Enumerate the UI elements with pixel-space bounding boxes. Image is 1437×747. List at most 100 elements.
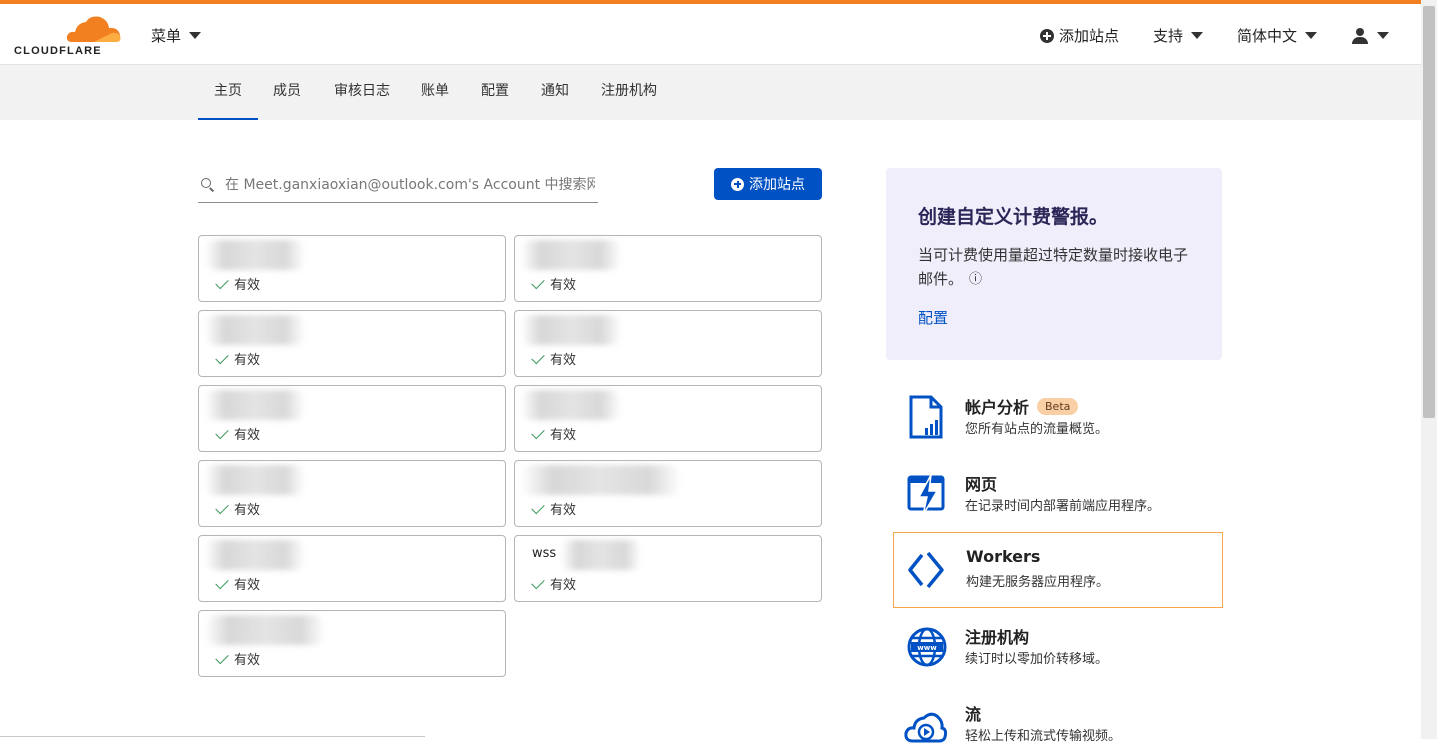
product-description: 构建无服务器应用程序。: [966, 575, 1110, 590]
check-icon: [215, 350, 229, 364]
site-search-input[interactable]: [225, 177, 595, 193]
site-status-label: 有效: [550, 578, 577, 593]
scrollbar-thumb[interactable]: [1423, 6, 1435, 418]
site-card[interactable]: 有效: [514, 460, 822, 527]
page-scrollbar[interactable]: [1421, 0, 1437, 739]
site-status-label: 有效: [234, 428, 261, 443]
redacted-site-name: [205, 540, 305, 570]
add-site-button[interactable]: 添加站点: [714, 168, 822, 200]
chevron-down-icon: [189, 32, 202, 39]
redacted-site-name: [521, 315, 621, 345]
redacted-site-name: [521, 240, 621, 270]
redacted-site-name: [561, 540, 641, 570]
site-card[interactable]: 有效: [198, 535, 506, 602]
site-card[interactable]: 有效: [514, 310, 822, 377]
language-dropdown[interactable]: 简体中文: [1237, 25, 1317, 46]
site-card[interactable]: 有效: [514, 385, 822, 452]
billing-alert-configure-link[interactable]: 配置: [918, 307, 1190, 328]
header-add-site-label: 添加站点: [1058, 27, 1119, 45]
info-icon[interactable]: ⓘ: [969, 273, 982, 287]
product-description: 轻松上传和流式传输视频。: [965, 729, 1122, 744]
support-label: 支持: [1152, 27, 1183, 45]
billing-alert-body: 当可计费使用量超过特定数量时接收电子邮件。 ⓘ: [918, 243, 1190, 291]
tab-home[interactable]: 主页: [198, 65, 258, 120]
account-tab-bar: 主页 成员 审核日志 账单 配置 通知 注册机构: [0, 65, 1421, 120]
site-card[interactable]: 有效: [198, 460, 506, 527]
site-status: 有效: [531, 274, 576, 293]
cloudflare-logo[interactable]: CLOUDFLARE: [14, 14, 121, 58]
site-card[interactable]: 有效: [198, 310, 506, 377]
site-status: 有效: [215, 349, 260, 368]
billing-alert-text: 当可计费使用量超过特定数量时接收电子邮件。: [918, 246, 1189, 288]
logo-wordmark: CLOUDFLARE: [14, 45, 102, 57]
user-menu-dropdown[interactable]: [1351, 27, 1389, 44]
product-stream[interactable]: 流 轻松上传和流式传输视频。: [893, 687, 1223, 744]
support-dropdown[interactable]: 支持: [1153, 25, 1203, 46]
product-description: 续订时以零加价转移域。: [965, 652, 1109, 667]
www-globe-icon: www: [907, 627, 947, 667]
chevron-down-icon: [1305, 32, 1317, 39]
site-status: 有效: [531, 499, 577, 518]
site-status: 有效: [215, 649, 261, 668]
product-pages[interactable]: 网页 在记录时间内部署前端应用程序。: [893, 457, 1223, 533]
tab-registrar[interactable]: 注册机构: [601, 65, 657, 120]
product-account-analytics[interactable]: 帐户分析 Beta 您所有站点的流量概览。: [893, 380, 1223, 456]
svg-text:www: www: [917, 644, 937, 652]
product-title: 流: [965, 705, 982, 724]
top-header: CLOUDFLARE 菜单 添加站点 支持 简体中文: [0, 4, 1421, 65]
main-menu-button[interactable]: 菜单: [151, 25, 202, 46]
check-icon: [215, 425, 229, 439]
site-status: 有效: [531, 349, 576, 368]
tab-members[interactable]: 成员: [273, 65, 301, 120]
language-label: 简体中文: [1236, 27, 1297, 45]
tab-audit-log[interactable]: 审核日志: [334, 65, 390, 120]
tab-notifications[interactable]: 通知: [541, 65, 569, 120]
site-status: 有效: [215, 274, 260, 293]
check-icon: [531, 425, 545, 439]
check-icon: [531, 275, 545, 289]
workers-chevrons-icon: [908, 551, 944, 589]
billing-alert-card: 创建自定义计费警报。 当可计费使用量超过特定数量时接收电子邮件。 ⓘ 配置: [886, 168, 1222, 360]
menu-label: 菜单: [151, 27, 182, 45]
product-title: 注册机构: [965, 628, 1030, 647]
tab-configurations[interactable]: 配置: [481, 65, 509, 120]
site-card[interactable]: 有效: [198, 610, 506, 677]
search-icon: [201, 178, 215, 192]
divider: [0, 736, 425, 737]
analytics-file-icon: [909, 395, 943, 439]
site-card[interactable]: wss 有效: [514, 535, 822, 602]
plus-circle-icon: [731, 177, 744, 191]
site-name: wss: [532, 546, 557, 561]
check-icon: [215, 650, 229, 664]
site-status-label: 有效: [550, 428, 577, 443]
site-status: 有效: [215, 499, 260, 518]
chevron-down-icon: [1190, 32, 1203, 39]
product-registrar[interactable]: www 注册机构 续订时以零加价转移域。: [893, 610, 1223, 686]
product-title: 网页: [965, 475, 998, 494]
plus-circle-icon: [1039, 28, 1054, 43]
product-workers[interactable]: Workers 构建无服务器应用程序。: [893, 532, 1223, 608]
redacted-site-name: [205, 315, 305, 345]
site-status: 有效: [215, 424, 261, 443]
redacted-site-name: [205, 390, 305, 420]
product-title: 帐户分析 Beta: [965, 394, 1079, 418]
cloud-logo-icon: [66, 16, 121, 42]
site-search: [198, 168, 598, 203]
tab-billing[interactable]: 账单: [421, 65, 449, 120]
product-title-text: 帐户分析: [965, 398, 1030, 417]
site-status: 有效: [215, 574, 261, 593]
redacted-site-name: [205, 465, 305, 495]
check-icon: [215, 500, 229, 514]
redacted-site-name: [521, 390, 621, 420]
site-card[interactable]: 有效: [198, 385, 506, 452]
site-status-label: 有效: [234, 578, 261, 593]
site-status-label: 有效: [234, 653, 261, 668]
chevron-down-icon: [1377, 32, 1389, 39]
site-card[interactable]: 有效: [514, 235, 822, 302]
redacted-site-name: [521, 465, 681, 495]
site-status: 有效: [531, 574, 577, 593]
check-icon: [531, 350, 545, 364]
site-card[interactable]: 有效: [198, 235, 506, 302]
site-status-label: 有效: [550, 503, 577, 518]
header-add-site-button[interactable]: 添加站点: [1039, 25, 1119, 46]
